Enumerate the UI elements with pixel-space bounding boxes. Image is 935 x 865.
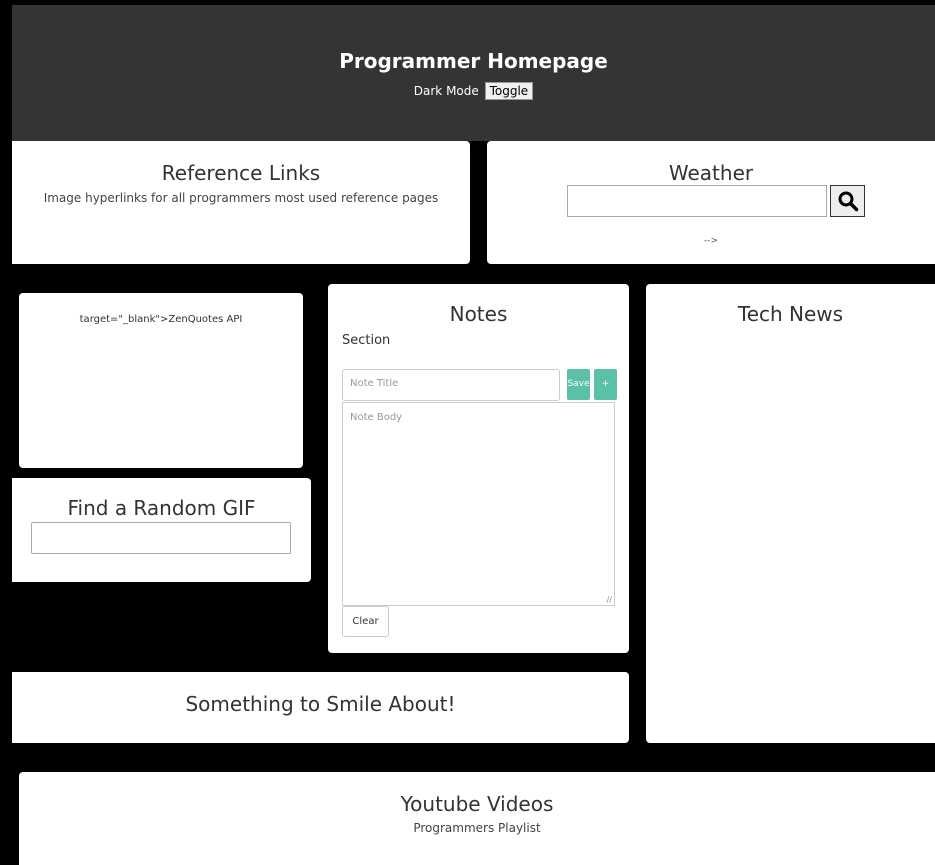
tech-news-card: Tech News bbox=[646, 284, 935, 743]
dark-mode-label: Dark Mode bbox=[413, 84, 479, 98]
weather-search-input[interactable] bbox=[567, 185, 827, 217]
youtube-subtitle: Programmers Playlist bbox=[413, 821, 541, 835]
note-body-textarea[interactable]: Note Body ∕∕ bbox=[342, 402, 615, 606]
magnifier-icon bbox=[838, 191, 858, 212]
weather-result-text: --> bbox=[703, 236, 719, 246]
notes-title: Notes bbox=[449, 302, 508, 326]
quote-card: target="_blank">ZenQuotes API bbox=[19, 293, 303, 468]
reference-links-title: Reference Links bbox=[161, 161, 321, 185]
reference-links-description: Image hyperlinks for all programmers mos… bbox=[43, 191, 439, 205]
notes-card: Notes Section Note Title Save + Note Bod… bbox=[328, 284, 629, 653]
page-title: Programmer Homepage bbox=[339, 49, 608, 73]
dark-mode-toggle-button[interactable]: Toggle bbox=[484, 82, 534, 100]
page: Programmer Homepage Dark Mode Toggle Ref… bbox=[0, 0, 935, 865]
smile-card: Something to Smile About! bbox=[12, 672, 629, 743]
dark-mode-row: Dark Mode Toggle bbox=[12, 82, 935, 100]
quote-text: target="_blank">ZenQuotes API bbox=[79, 314, 243, 325]
smile-title: Something to Smile About! bbox=[185, 692, 456, 716]
youtube-card: Youtube Videos Programmers Playlist bbox=[19, 772, 935, 865]
random-gif-title: Find a Random GIF bbox=[67, 496, 256, 520]
gif-search-input[interactable] bbox=[31, 522, 291, 554]
resize-handle-icon[interactable]: ∕∕ bbox=[607, 595, 612, 604]
page-header: Programmer Homepage Dark Mode Toggle bbox=[12, 5, 935, 141]
notes-section-label: Section bbox=[342, 333, 391, 348]
weather-search-button[interactable] bbox=[830, 185, 865, 217]
youtube-title: Youtube Videos bbox=[400, 792, 554, 816]
reference-links-card: Reference Links Image hyperlinks for all… bbox=[12, 141, 470, 264]
tech-news-title: Tech News bbox=[737, 302, 844, 326]
add-note-button[interactable]: + bbox=[594, 369, 617, 400]
weather-card: Weather --> bbox=[487, 141, 935, 264]
random-gif-card: Find a Random GIF bbox=[12, 478, 311, 582]
note-body-placeholder: Note Body bbox=[350, 412, 403, 423]
note-title-input[interactable]: Note Title bbox=[342, 369, 560, 401]
clear-notes-button[interactable]: Clear bbox=[342, 606, 389, 637]
save-note-button[interactable]: Save bbox=[567, 369, 590, 400]
weather-title: Weather bbox=[668, 161, 754, 185]
